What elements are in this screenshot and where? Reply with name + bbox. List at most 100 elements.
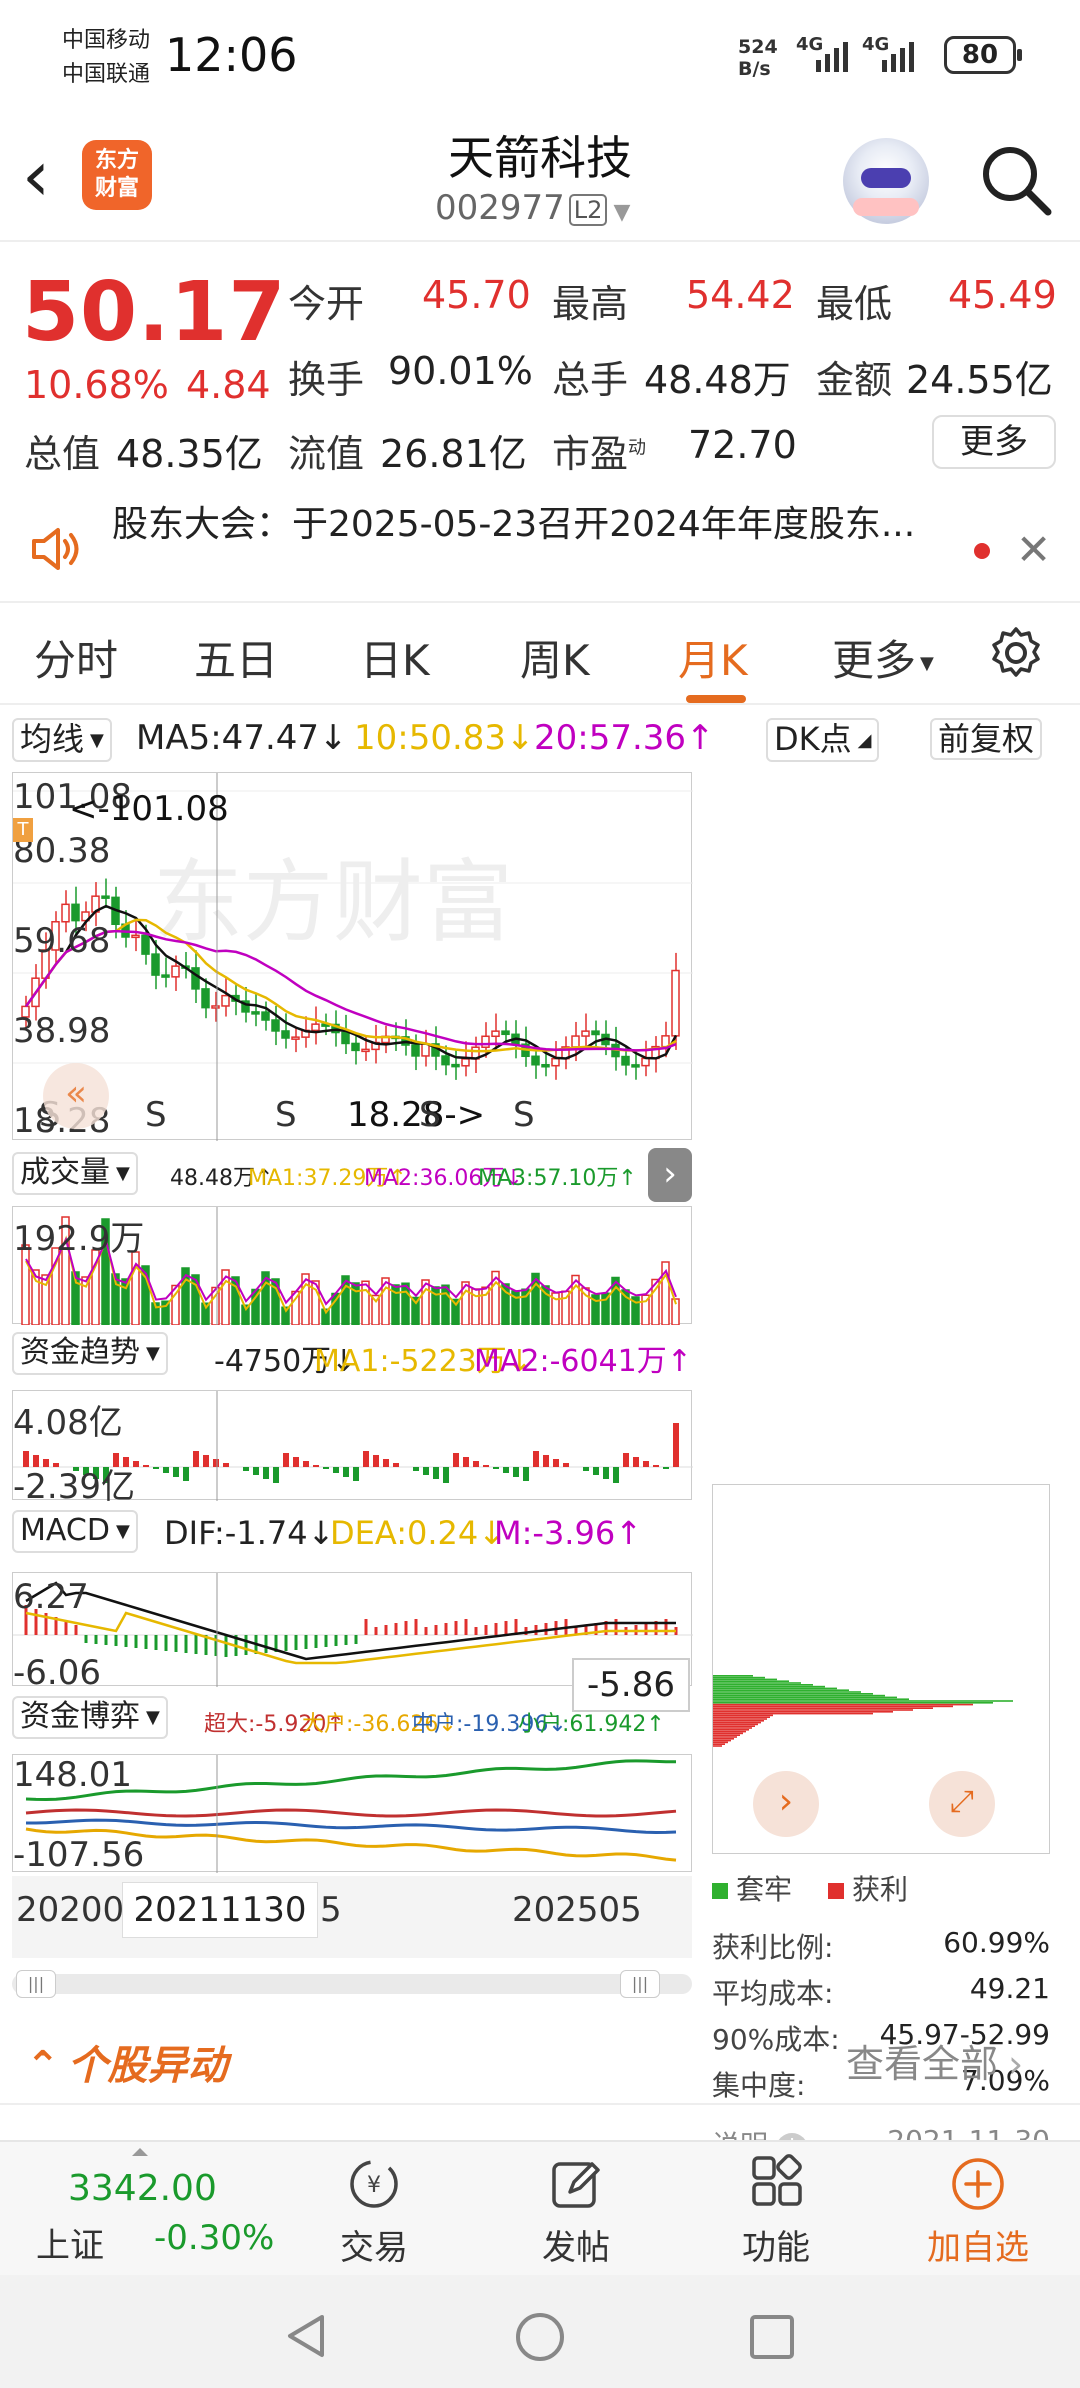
candle	[341, 1031, 350, 1045]
fund-bar	[553, 1459, 559, 1467]
ma5-value: MA5:47.47↓	[136, 718, 348, 758]
battery-icon: 80	[944, 36, 1022, 74]
home-circle-icon[interactable]	[514, 2311, 566, 2363]
macd-selector[interactable]: MACD ▼	[12, 1510, 138, 1553]
fund-trend-selector[interactable]: 资金趋势 ▼	[12, 1332, 168, 1375]
unread-dot	[974, 543, 990, 559]
recent-apps-icon[interactable]	[748, 2313, 796, 2361]
adjust-selector[interactable]: 前复权	[930, 718, 1043, 760]
chevron-right-icon: ›	[1008, 2042, 1024, 2086]
capital-game-panel[interactable]: 148.01 -107.56	[12, 1754, 692, 1875]
chart-scrollbar[interactable]: ||| |||	[12, 1970, 692, 1998]
chip-bar	[713, 1736, 737, 1738]
chip-bar	[713, 1711, 893, 1713]
announcement-bar[interactable]: 股东大会：于2025-05-23召开2024年年度股东... ✕	[0, 495, 1080, 603]
fund-trend-panel[interactable]: 4.08亿 -2.39亿	[12, 1390, 693, 1507]
fund-bar	[623, 1453, 629, 1467]
fund-bar	[253, 1467, 259, 1475]
candle	[271, 1019, 280, 1032]
ma-selector[interactable]: 均线 ▼	[12, 718, 112, 762]
chip-bar	[713, 1676, 765, 1679]
fund-bar	[583, 1467, 589, 1471]
fund-bar	[643, 1461, 649, 1467]
gear-icon[interactable]	[988, 625, 1044, 681]
chevron-right-icon[interactable]: ›	[753, 1771, 819, 1837]
expand-panel-button[interactable]: ›	[648, 1148, 692, 1202]
kline-panel[interactable]: 东方财富 101.08 <-101.08 80.38 59.68 38.98 1…	[12, 772, 693, 1141]
macd-top-label: 6.27	[13, 1577, 89, 1617]
tab-daily-k[interactable]: 日K	[360, 627, 430, 688]
chip-bar	[713, 1723, 758, 1726]
dk-point-selector[interactable]: DK点 ◢	[766, 718, 880, 762]
back-triangle-icon[interactable]	[282, 2311, 332, 2361]
fund-bar	[393, 1463, 399, 1467]
tab-five-day[interactable]: 五日	[194, 627, 278, 688]
candle	[131, 934, 140, 939]
status-bar: 中国移动 中国联通 12:06 524 B/s 4G 4G 80	[0, 0, 1080, 120]
low-value: 45.49	[948, 273, 1057, 317]
fund-trend-ma2: MA2:-6041万↑	[474, 1344, 692, 1379]
carrier-1: 中国移动	[62, 28, 151, 53]
volume-top-label: 192.9万	[13, 1219, 145, 1259]
chip-bar	[713, 1729, 749, 1731]
more-quote-button[interactable]: 更多	[932, 415, 1056, 469]
scroll-left-button[interactable]: «	[43, 1063, 109, 1129]
chip-bar	[713, 1739, 731, 1742]
fund-bar	[343, 1467, 349, 1477]
candle	[211, 1005, 220, 1009]
chip-bar	[713, 1675, 753, 1677]
macd-cursor-value: -5.86	[572, 1658, 690, 1712]
chip-legend: 套牢 获利	[712, 1868, 908, 1908]
candle	[171, 965, 180, 978]
speaker-icon	[32, 528, 79, 570]
tab-more[interactable]: 更多 ▼	[832, 627, 934, 688]
candle	[441, 1055, 450, 1066]
system-navigation-bar	[0, 2275, 1080, 2388]
chip-bar	[713, 1682, 801, 1684]
nav-post[interactable]: 发帖	[476, 2142, 676, 2277]
candle	[141, 934, 150, 955]
fund-bar	[503, 1467, 509, 1473]
volume-bar	[401, 1282, 410, 1325]
chip-distribution-panel[interactable]: › ⤢	[712, 1484, 1050, 1854]
scroll-handle-right[interactable]: |||	[620, 1970, 660, 1998]
assistant-robot-avatar[interactable]	[843, 138, 929, 224]
scroll-handle-left[interactable]: |||	[16, 1970, 56, 1998]
close-icon[interactable]: ✕	[1016, 525, 1051, 574]
chip-bar	[713, 1678, 777, 1681]
chip-bar	[713, 1730, 746, 1733]
tab-monthly-k[interactable]: 月K	[678, 627, 748, 688]
search-icon[interactable]	[976, 140, 1056, 220]
stock-code-selector[interactable]: 002977 L2 ▼	[435, 188, 630, 228]
chip-bar	[713, 1741, 728, 1744]
volume-selector[interactable]: 成交量 ▼	[12, 1152, 138, 1195]
kline-tick-3: 38.98	[13, 1011, 111, 1051]
fund-bar	[203, 1455, 209, 1467]
pe-label: 市盈动	[552, 432, 647, 476]
chip-bar	[713, 1743, 725, 1745]
volume-panel[interactable]: 192.9万	[12, 1206, 692, 1325]
candle	[581, 1030, 590, 1037]
chip-bar	[713, 1705, 953, 1708]
tab-weekly-k[interactable]: 周K	[520, 627, 590, 688]
index-ticker[interactable]: 3342.00 上证 -0.30%	[0, 2142, 280, 2277]
fund-bar	[373, 1455, 379, 1467]
fund-bar	[413, 1467, 419, 1471]
macd-m: M:-3.96↑	[494, 1514, 642, 1552]
candle	[591, 1030, 600, 1036]
capital-game-selector[interactable]: 资金博弈 ▼	[12, 1696, 168, 1739]
nav-function[interactable]: 功能	[676, 2142, 876, 2277]
fullscreen-icon[interactable]: ⤢	[929, 1771, 995, 1837]
view-all-link[interactable]: 查看全部 ›	[846, 2033, 1023, 2088]
fund-bar	[293, 1457, 299, 1467]
fund-bar	[183, 1467, 189, 1481]
stock-movement-title: ⌃ 个股异动	[26, 2043, 228, 2089]
fund-bar	[313, 1465, 319, 1467]
date-right: 202505	[512, 1890, 642, 1930]
nav-trade[interactable]: ¥ 交易	[274, 2142, 474, 2277]
volume-bar	[441, 1284, 450, 1325]
carrier-2: 中国联通	[62, 62, 151, 87]
nav-add-favorite[interactable]: 加自选	[878, 2142, 1078, 2277]
active-tab-indicator	[686, 695, 746, 703]
tab-intraday[interactable]: 分时	[34, 627, 118, 688]
